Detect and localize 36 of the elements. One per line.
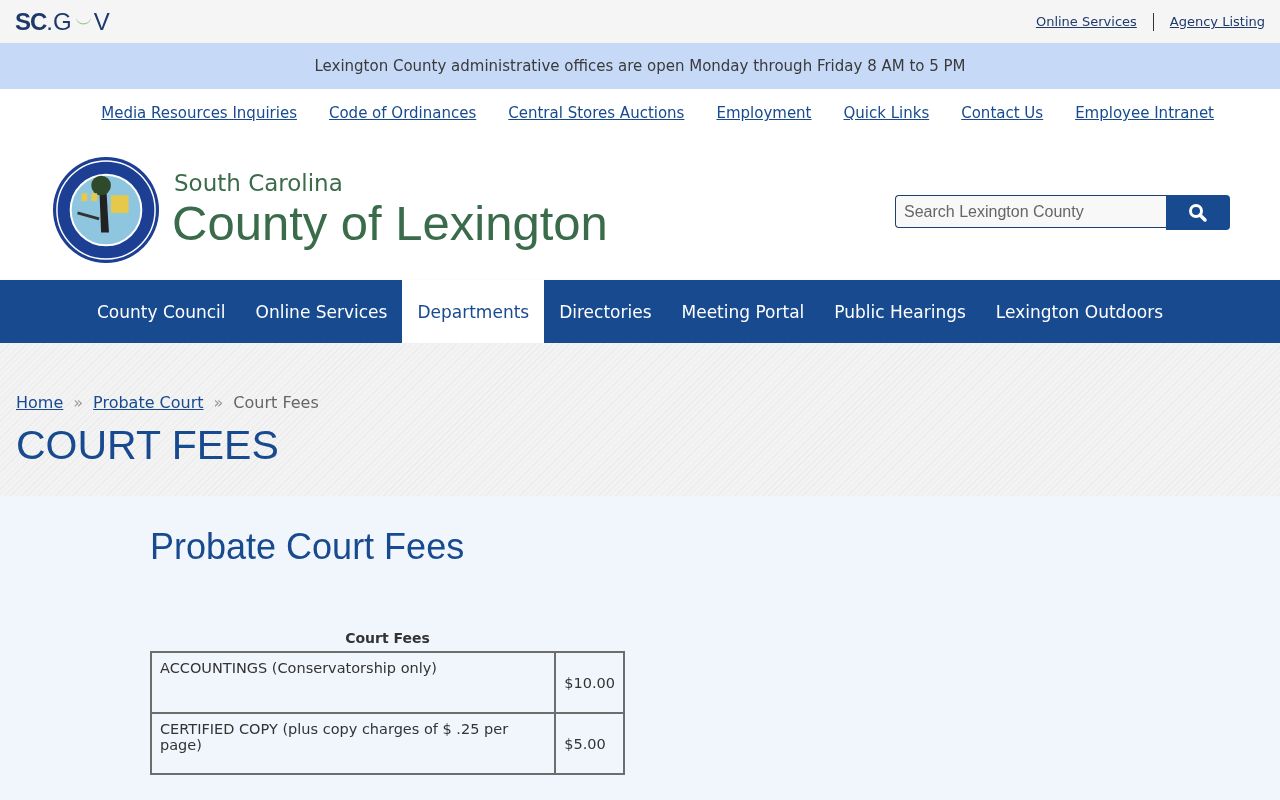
table-cell: $10.00: [555, 652, 624, 713]
sc-gov-logo[interactable]: SC.G V: [15, 7, 110, 36]
search-button[interactable]: [1166, 195, 1230, 230]
utility-link[interactable]: Code of Ordinances: [328, 104, 477, 139]
nav-tab[interactable]: Directories: [544, 280, 667, 343]
breadcrumb-separator: »: [213, 393, 224, 412]
county-seal-drawing[interactable]: [52, 155, 160, 264]
site-title: County of Lexington: [172, 195, 608, 250]
utility-link[interactable]: Media Resources Inquiries: [101, 104, 297, 139]
utility-link[interactable]: Employee Intranet: [1075, 104, 1214, 139]
state-name: South Carolina: [174, 169, 344, 196]
utility-link[interactable]: Central Stores Auctions: [508, 104, 685, 139]
breadcrumb-link[interactable]: Probate Court: [93, 393, 204, 412]
utility-link[interactable]: Employment: [716, 104, 812, 139]
top-link[interactable]: Agency Listing: [1167, 14, 1267, 29]
table-caption: Court Fees: [344, 630, 431, 646]
nav-tab[interactable]: Online Services: [240, 280, 403, 343]
nav-tab[interactable]: Lexington Outdoors: [980, 280, 1179, 343]
table-cell: $5.00: [555, 713, 624, 774]
nav-tab[interactable]: Departments: [402, 280, 545, 343]
utility-link[interactable]: Contact Us: [961, 104, 1044, 139]
breadcrumb-separator: »: [73, 393, 84, 412]
breadcrumb-link[interactable]: Home: [16, 393, 64, 412]
announcement-banner: Lexington County administrative offices are open Monday through Friday 8 AM to 5 PM: [0, 43, 1280, 89]
section-heading: Probate Court Fees: [150, 526, 466, 568]
top-link[interactable]: Online Services: [1033, 14, 1139, 29]
table-cell: ACCOUNTINGS (Conservatorship only): [151, 652, 556, 713]
nav-tab[interactable]: Meeting Portal: [666, 280, 820, 343]
breadcrumb-current: Court Fees: [233, 393, 319, 412]
search-icon: [1188, 202, 1208, 223]
nav-tab[interactable]: County Council: [81, 280, 241, 343]
search-field[interactable]: Search Lexington County: [895, 195, 1166, 228]
table-cell: CERTIFIED COPY (plus copy charges of $ .25 per page): [151, 713, 556, 774]
nav-tab[interactable]: Public Hearings: [819, 280, 981, 343]
page-title: COURT FEES: [16, 422, 280, 469]
utility-link[interactable]: Quick Links: [843, 104, 930, 139]
